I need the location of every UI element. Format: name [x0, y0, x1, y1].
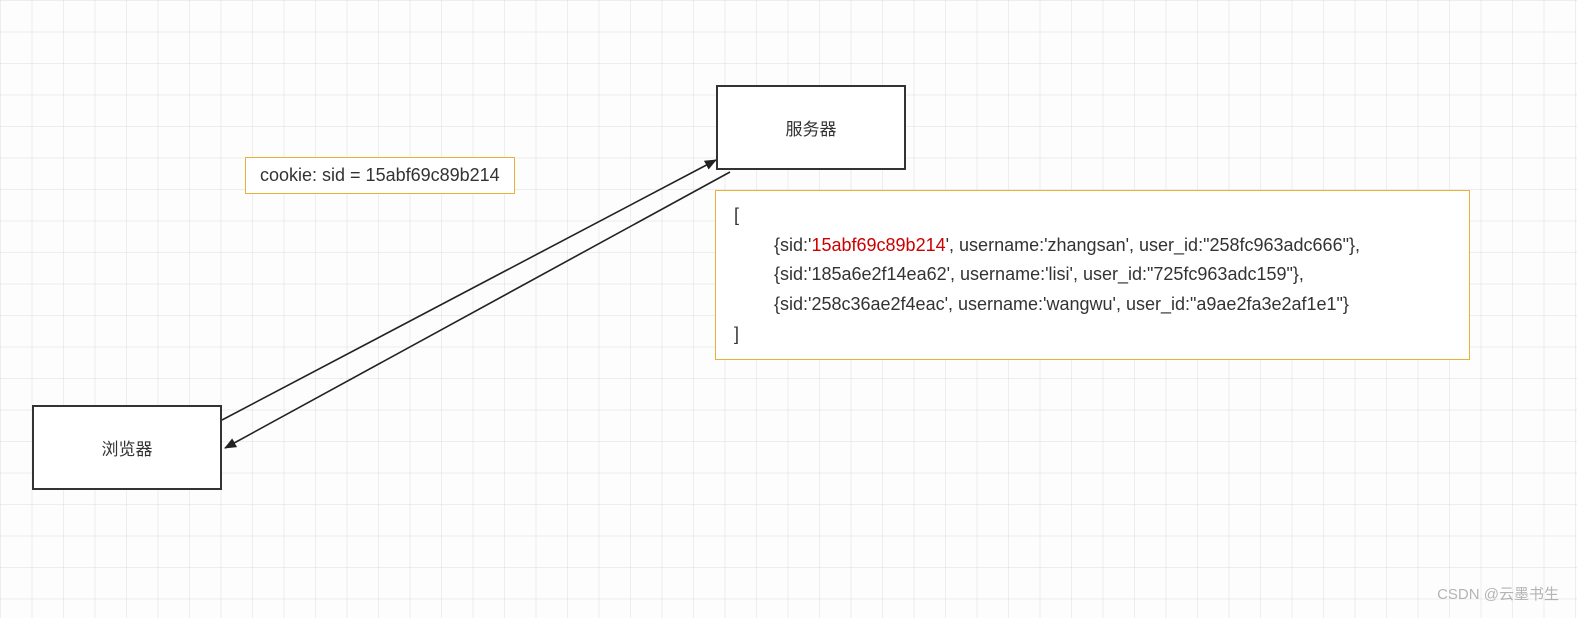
sessions-close-bracket: ] [734, 320, 1451, 350]
arrow-response [225, 172, 730, 448]
browser-label: 浏览器 [102, 435, 153, 460]
sessions-data-box: [ {sid:'15abf69c89b214', username:'zhang… [715, 190, 1470, 360]
cookie-label-box: cookie: sid = 15abf69c89b214 [245, 157, 515, 194]
session-sid-highlight: 15abf69c89b214 [811, 235, 945, 255]
session-row-0: {sid:'15abf69c89b214', username:'zhangsa… [734, 231, 1451, 261]
cookie-label-text: cookie: sid = 15abf69c89b214 [260, 165, 500, 185]
session-row-2: {sid:'258c36ae2f4eac', username:'wangwu'… [734, 290, 1451, 320]
browser-node: 浏览器 [32, 405, 222, 490]
server-label: 服务器 [786, 115, 837, 140]
sessions-open-bracket: [ [734, 201, 1451, 231]
server-node: 服务器 [716, 85, 906, 170]
watermark: CSDN @云墨书生 [1437, 583, 1559, 604]
arrow-request [222, 160, 716, 420]
session-row-1: {sid:'185a6e2f14ea62', username:'lisi', … [734, 260, 1451, 290]
